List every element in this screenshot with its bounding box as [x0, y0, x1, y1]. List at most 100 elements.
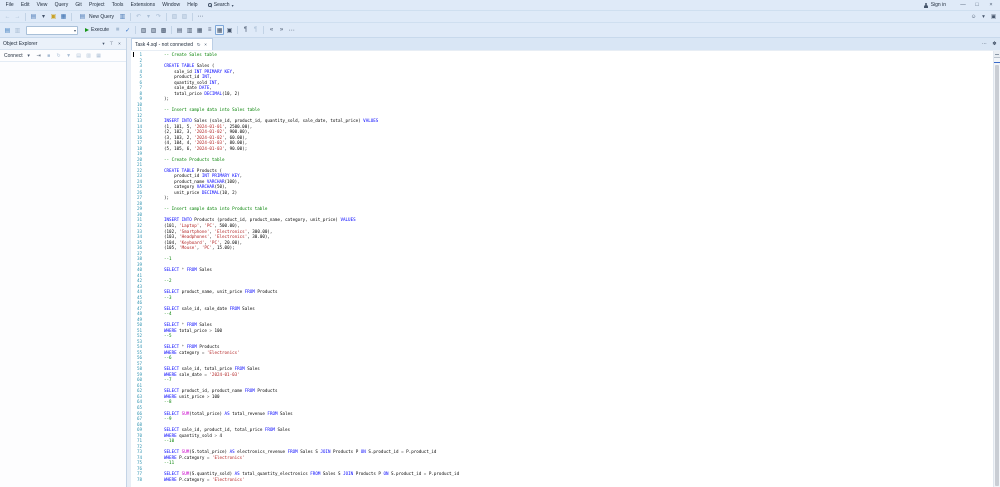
- separator: [263, 26, 265, 34]
- toolbar2-icons-b: ■ ✓ ▧ ▨ ▩ ▤ ▥ ▦ ≡ ▦ ▣ ¶ ¶ «» ⋯: [113, 25, 296, 35]
- maximize-icon[interactable]: □: [970, 0, 984, 10]
- change-connection-icon[interactable]: ▥: [13, 25, 22, 35]
- comment-icon[interactable]: ¶: [241, 25, 250, 35]
- script-icon[interactable]: ▤: [75, 51, 83, 61]
- connect-database-icon[interactable]: ▤: [3, 25, 12, 35]
- properties-icon[interactable]: ▦: [95, 51, 103, 61]
- editor-tab-strip: Task 4.sql - not connected ↻ × ⋯ ✽: [131, 38, 1000, 50]
- decrease-indent-icon[interactable]: «: [267, 25, 276, 35]
- activity-monitor-icon[interactable]: ▧: [170, 12, 179, 22]
- new-file-dropdown-icon[interactable]: ▾: [39, 12, 48, 22]
- new-query-current-connection-icon[interactable]: ▥: [118, 12, 127, 22]
- close-icon[interactable]: ×: [984, 0, 998, 10]
- code-text: WHERE unit_price > 100: [164, 393, 220, 399]
- code-text: --11: [164, 460, 175, 466]
- pin-icon[interactable]: ⊤: [108, 39, 115, 49]
- connect-button[interactable]: Connect: [2, 50, 25, 61]
- menu-file[interactable]: File: [2, 0, 17, 10]
- code-text: );: [164, 96, 170, 102]
- filter-icon[interactable]: ▼: [65, 51, 73, 61]
- toolbar1-icons-b: ▥ ↶ ▾ ↷ ▧ ▨ ⋯: [118, 12, 205, 22]
- full-screen-icon[interactable]: ▨: [180, 12, 189, 22]
- tab-state-icon[interactable]: ↻: [196, 40, 202, 50]
- titlebar-secondary-icons: ☺ ▾ ▣: [969, 12, 998, 22]
- results-to-text-icon[interactable]: ≡: [205, 25, 214, 35]
- search-label: Search: [213, 2, 230, 8]
- menu-query[interactable]: Query: [51, 0, 72, 10]
- search-box[interactable]: Search ▾: [208, 2, 234, 8]
- code-text: --8: [164, 399, 172, 405]
- code-text: WHERE sale_date = '2024-01-03': [164, 371, 240, 377]
- open-file-icon[interactable]: ▣: [49, 12, 58, 22]
- stop-icon[interactable]: ■: [45, 51, 53, 61]
- code-text: SELECT sale_id, sale_date FROM Sales: [164, 305, 255, 311]
- increase-indent-icon[interactable]: »: [277, 25, 286, 35]
- menu-git[interactable]: Git: [72, 0, 86, 10]
- scrollbar-thumb[interactable]: [995, 65, 999, 486]
- feedback-dropdown-icon[interactable]: ▾: [979, 12, 988, 22]
- new-query-button[interactable]: ▤ New Query: [75, 11, 117, 22]
- query-options-icon[interactable]: ▩: [159, 25, 168, 35]
- object-explorer-tree[interactable]: [0, 62, 126, 487]
- close-panel-icon[interactable]: ×: [116, 39, 123, 49]
- menu-tools[interactable]: Tools: [108, 0, 127, 10]
- connection-status-icon[interactable]: ▣: [989, 12, 998, 22]
- toolbar1-icons-a: ← → ▤ ▾ ▣ ▦: [3, 12, 74, 22]
- refresh-icon[interactable]: ↻: [55, 51, 63, 61]
- code-editor[interactable]: 1 -- Create Sales table 2 3 CREATE TABLE Sal…: [131, 50, 1000, 487]
- include-client-statistics-icon[interactable]: ▦: [195, 25, 204, 35]
- redo-icon[interactable]: ↷: [154, 12, 163, 22]
- display-estimated-plan-icon[interactable]: ▧: [139, 25, 148, 35]
- database-input[interactable]: [27, 27, 77, 33]
- tab-overflow-icon[interactable]: ⋯: [980, 39, 989, 49]
- database-combobox[interactable]: [26, 25, 78, 35]
- forward-icon[interactable]: →: [13, 12, 22, 22]
- oe-toolbar-icons: ▾ ⇥ ■ ↻ ▼ ▤ ▥ ▦: [25, 51, 103, 61]
- editor-split-handle[interactable]: [994, 51, 1000, 58]
- connect-dropdown-icon[interactable]: ▾: [25, 51, 33, 61]
- results-to-file-icon[interactable]: ▣: [225, 25, 234, 35]
- menu-extensions[interactable]: Extensions: [127, 0, 159, 10]
- menu-help[interactable]: Help: [184, 0, 201, 10]
- tab-close-icon[interactable]: ×: [203, 40, 209, 50]
- code-text: WHERE P.category = 'Electronics': [164, 476, 245, 482]
- undo-dropdown-icon[interactable]: ▾: [144, 12, 153, 22]
- editor-settings-icon[interactable]: ✽: [990, 39, 999, 49]
- toolbar-overflow-icon[interactable]: ⋯: [196, 12, 205, 22]
- standard-toolbar: ← → ▤ ▾ ▣ ▦ ▤ New Query ▥ ↶ ▾ ↷ ▧ ▨ ⋯: [0, 11, 1000, 23]
- tabrow-right-icons: ⋯ ✽: [980, 38, 1000, 50]
- new-file-icon[interactable]: ▤: [29, 12, 38, 22]
- live-query-statistics-icon[interactable]: ▨: [149, 25, 158, 35]
- object-explorer-panel: Object Explorer ▾ ⊤ × Connect ▾ ⇥ ■ ↻ ▼ ▤ ▥ ▦: [0, 38, 127, 487]
- menu-window[interactable]: Window: [159, 0, 184, 10]
- back-icon[interactable]: ←: [3, 12, 12, 22]
- intellisense-enabled-icon[interactable]: ▤: [175, 25, 184, 35]
- editor-tab[interactable]: Task 4.sql - not connected ↻ ×: [131, 38, 213, 50]
- execute-button[interactable]: Execute: [82, 25, 112, 36]
- menu-view[interactable]: View: [33, 0, 51, 10]
- minimize-icon[interactable]: —: [956, 0, 970, 10]
- parse-icon[interactable]: ✓: [123, 25, 132, 35]
- sign-in-button[interactable]: Sign in: [924, 2, 952, 8]
- window-position-icon[interactable]: ▾: [100, 39, 107, 49]
- object-explorer-title: Object Explorer: [3, 40, 38, 47]
- code-text: --1: [164, 256, 172, 262]
- reports-icon[interactable]: ▥: [85, 51, 93, 61]
- include-actual-plan-icon[interactable]: ▥: [185, 25, 194, 35]
- separator: [71, 12, 72, 21]
- vertical-scrollbar[interactable]: [993, 51, 1000, 487]
- undo-icon[interactable]: ↶: [134, 12, 143, 22]
- disconnect-icon[interactable]: ⇥: [35, 51, 43, 61]
- code-text: --2: [164, 278, 172, 284]
- cancel-query-icon[interactable]: ■: [113, 25, 122, 35]
- save-icon[interactable]: ▦: [59, 12, 68, 22]
- toolbar-overflow-icon[interactable]: ⋯: [287, 25, 296, 35]
- uncomment-icon[interactable]: ¶: [251, 25, 260, 35]
- feedback-icon[interactable]: ☺: [969, 12, 978, 22]
- menu-project[interactable]: Project: [85, 0, 108, 10]
- tab-icons: ↻ ×: [196, 40, 209, 50]
- tab-title: Task 4.sql - not connected: [135, 41, 194, 48]
- results-to-grid-icon[interactable]: ▦: [215, 25, 225, 35]
- menu-edit[interactable]: Edit: [17, 0, 33, 10]
- code-line[interactable]: 78 WHERE P.category = 'Electronics': [131, 477, 993, 483]
